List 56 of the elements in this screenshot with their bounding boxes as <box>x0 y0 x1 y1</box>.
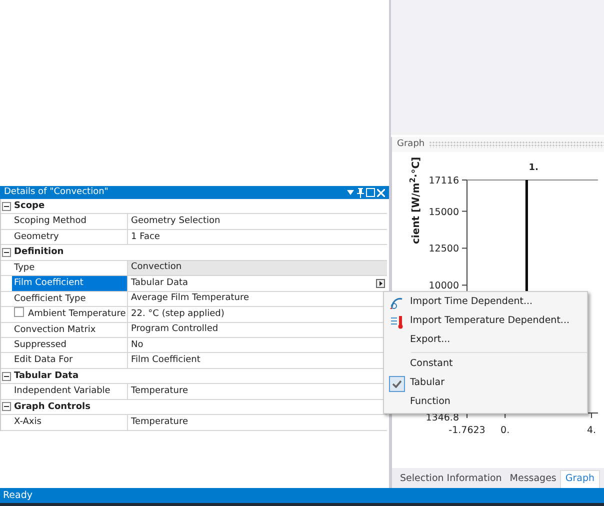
property-name[interactable]: Geometry <box>12 230 128 244</box>
x-tick-label: 4. <box>586 425 596 436</box>
dropdown-icon[interactable] <box>347 190 354 195</box>
property-name[interactable]: Ambient Temperature <box>12 307 128 322</box>
tab[interactable]: Selection Information <box>396 470 506 488</box>
section-header[interactable]: Tabular Data <box>12 368 387 384</box>
tab[interactable]: Graph <box>560 470 600 488</box>
menu-item[interactable]: Constant <box>384 355 587 374</box>
property-value[interactable]: Film Coefficient <box>131 353 387 368</box>
property-value[interactable]: 1 Face <box>131 230 387 245</box>
property-name[interactable]: Edit Data For <box>12 353 128 368</box>
property-name[interactable]: Independent Variable <box>12 384 128 399</box>
y-tick-label: 15000 <box>428 206 459 218</box>
menu-item[interactable]: Export... <box>384 331 587 350</box>
flyout-icon[interactable] <box>376 278 385 288</box>
y-tick-label: 12500 <box>428 244 459 255</box>
status-text: Ready <box>0 488 604 506</box>
property-name[interactable]: X-Axis <box>12 415 128 430</box>
menu-item[interactable]: Import Temperature Dependent... <box>384 312 587 331</box>
property-name[interactable]: Coefficient Type <box>12 292 128 306</box>
x-tick-label: -1.7623 <box>448 425 486 436</box>
checkbox[interactable] <box>14 307 24 318</box>
y-tick-label: 17116 <box>428 176 459 186</box>
menu-item[interactable]: Import Time Dependent... <box>384 293 587 312</box>
property-value[interactable]: No <box>131 338 387 353</box>
property-value[interactable]: Geometry Selection <box>131 214 387 230</box>
y-tick-label: 10000 <box>428 280 459 292</box>
collapse-icon[interactable] <box>2 202 11 211</box>
collapse-icon[interactable] <box>2 402 11 412</box>
close-icon[interactable] <box>377 188 385 196</box>
property-name[interactable]: Film Coefficient <box>12 276 128 291</box>
point-label: 1. <box>528 163 538 173</box>
property-value[interactable]: Program Controlled <box>131 322 387 338</box>
section-header[interactable]: Scope <box>12 199 387 214</box>
curve-icon <box>390 296 404 309</box>
menu-item[interactable]: Function <box>384 393 587 412</box>
x-tick-label: 0. <box>500 425 510 436</box>
property-value[interactable]: Temperature <box>131 414 387 430</box>
section-header[interactable]: Definition <box>12 245 387 260</box>
property-value[interactable]: Average Film Temperature <box>131 291 387 306</box>
panel-title: Graph <box>397 138 425 151</box>
tab[interactable]: Messages <box>506 470 560 488</box>
property-value[interactable]: 22. °C (step applied) <box>131 306 387 322</box>
collapse-icon[interactable] <box>2 248 11 258</box>
property-value[interactable]: Tabular Data <box>131 276 376 291</box>
section-header[interactable]: Graph Controls <box>12 400 387 414</box>
property-name[interactable]: Suppressed <box>12 338 128 352</box>
property-name[interactable]: Convection Matrix <box>12 322 128 337</box>
panel-title: Details of "Convection" <box>4 186 108 199</box>
property-name[interactable]: Scoping Method <box>12 214 128 229</box>
collapse-icon[interactable] <box>2 372 11 381</box>
maximize-icon[interactable] <box>366 188 375 197</box>
pin-icon[interactable] <box>356 188 364 198</box>
menu-item[interactable]: Tabular <box>384 374 587 393</box>
property-value[interactable]: Temperature <box>131 384 387 399</box>
thermometer-icon <box>390 314 404 328</box>
